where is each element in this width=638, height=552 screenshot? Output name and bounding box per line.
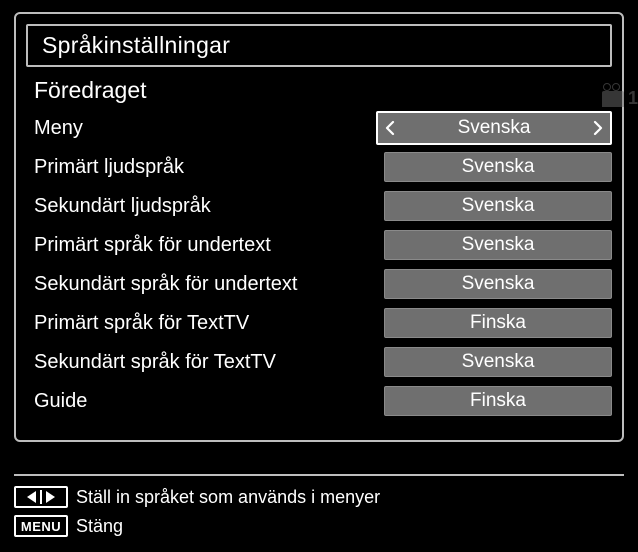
- settings-row-label: Sekundärt ljudspråk: [32, 195, 384, 218]
- language-selector[interactable]: Svenska: [384, 347, 612, 377]
- settings-row[interactable]: Sekundärt ljudspråk Svenska: [32, 188, 612, 224]
- settings-row-label: Guide: [32, 390, 384, 413]
- language-selector[interactable]: Finska: [384, 386, 612, 416]
- settings-row-label: Primärt ljudspråk: [32, 156, 384, 179]
- settings-row[interactable]: Primärt språk för TextTV Finska: [32, 305, 612, 341]
- settings-row-label: Sekundärt språk för TextTV: [32, 351, 384, 374]
- settings-row[interactable]: Sekundärt språk för undertext Svenska: [32, 266, 612, 302]
- language-value: Svenska: [462, 234, 535, 256]
- footer-menu-row: MENU Stäng: [14, 513, 624, 539]
- menu-button-icon: MENU: [14, 515, 68, 537]
- settings-screen: Språkinställningar Föredraget 1 Meny Sven…: [0, 0, 638, 552]
- settings-list: MenySvenskaPrimärt ljudspråkSvenskaSekun…: [26, 110, 612, 419]
- settings-row-label: Primärt språk för undertext: [32, 234, 384, 257]
- settings-row-label: Meny: [32, 117, 376, 140]
- chevron-left-icon[interactable]: [380, 113, 400, 143]
- settings-row[interactable]: Primärt språk för undertext Svenska: [32, 227, 612, 263]
- language-value: Finska: [470, 390, 526, 412]
- footer: Ställ in språket som används i menyer ME…: [14, 474, 624, 542]
- footer-menu-action: Stäng: [76, 516, 123, 537]
- footer-divider: [14, 474, 624, 476]
- settings-row-label: Sekundärt språk för undertext: [32, 273, 384, 296]
- section-heading: Föredraget: [26, 67, 612, 110]
- language-value: Svenska: [462, 273, 535, 295]
- language-selector[interactable]: Finska: [384, 308, 612, 338]
- chevron-right-icon[interactable]: [588, 113, 608, 143]
- language-value: Finska: [470, 312, 526, 334]
- settings-row[interactable]: Meny Svenska: [32, 110, 612, 146]
- left-right-arrows-icon: [14, 486, 68, 508]
- language-selector[interactable]: Svenska: [384, 152, 612, 182]
- content-frame: Språkinställningar Föredraget 1 MenySven…: [14, 12, 624, 442]
- language-selector[interactable]: Svenska: [384, 191, 612, 221]
- language-value: Svenska: [462, 156, 535, 178]
- footer-hint-text: Ställ in språket som används i menyer: [76, 487, 380, 508]
- language-value: Svenska: [462, 351, 535, 373]
- settings-row[interactable]: Guide Finska: [32, 383, 612, 419]
- language-value: Svenska: [458, 117, 531, 139]
- settings-row-label: Primärt språk för TextTV: [32, 312, 384, 335]
- footer-hint-row: Ställ in språket som används i menyer: [14, 484, 624, 510]
- camera-icon: 1: [602, 88, 638, 109]
- language-selector[interactable]: Svenska: [376, 111, 612, 145]
- settings-row[interactable]: Primärt ljudspråk Svenska: [32, 149, 612, 185]
- language-selector[interactable]: Svenska: [384, 230, 612, 260]
- page-title: Språkinställningar: [26, 24, 612, 67]
- language-value: Svenska: [462, 195, 535, 217]
- settings-row[interactable]: Sekundärt språk för TextTV Svenska: [32, 344, 612, 380]
- language-selector[interactable]: Svenska: [384, 269, 612, 299]
